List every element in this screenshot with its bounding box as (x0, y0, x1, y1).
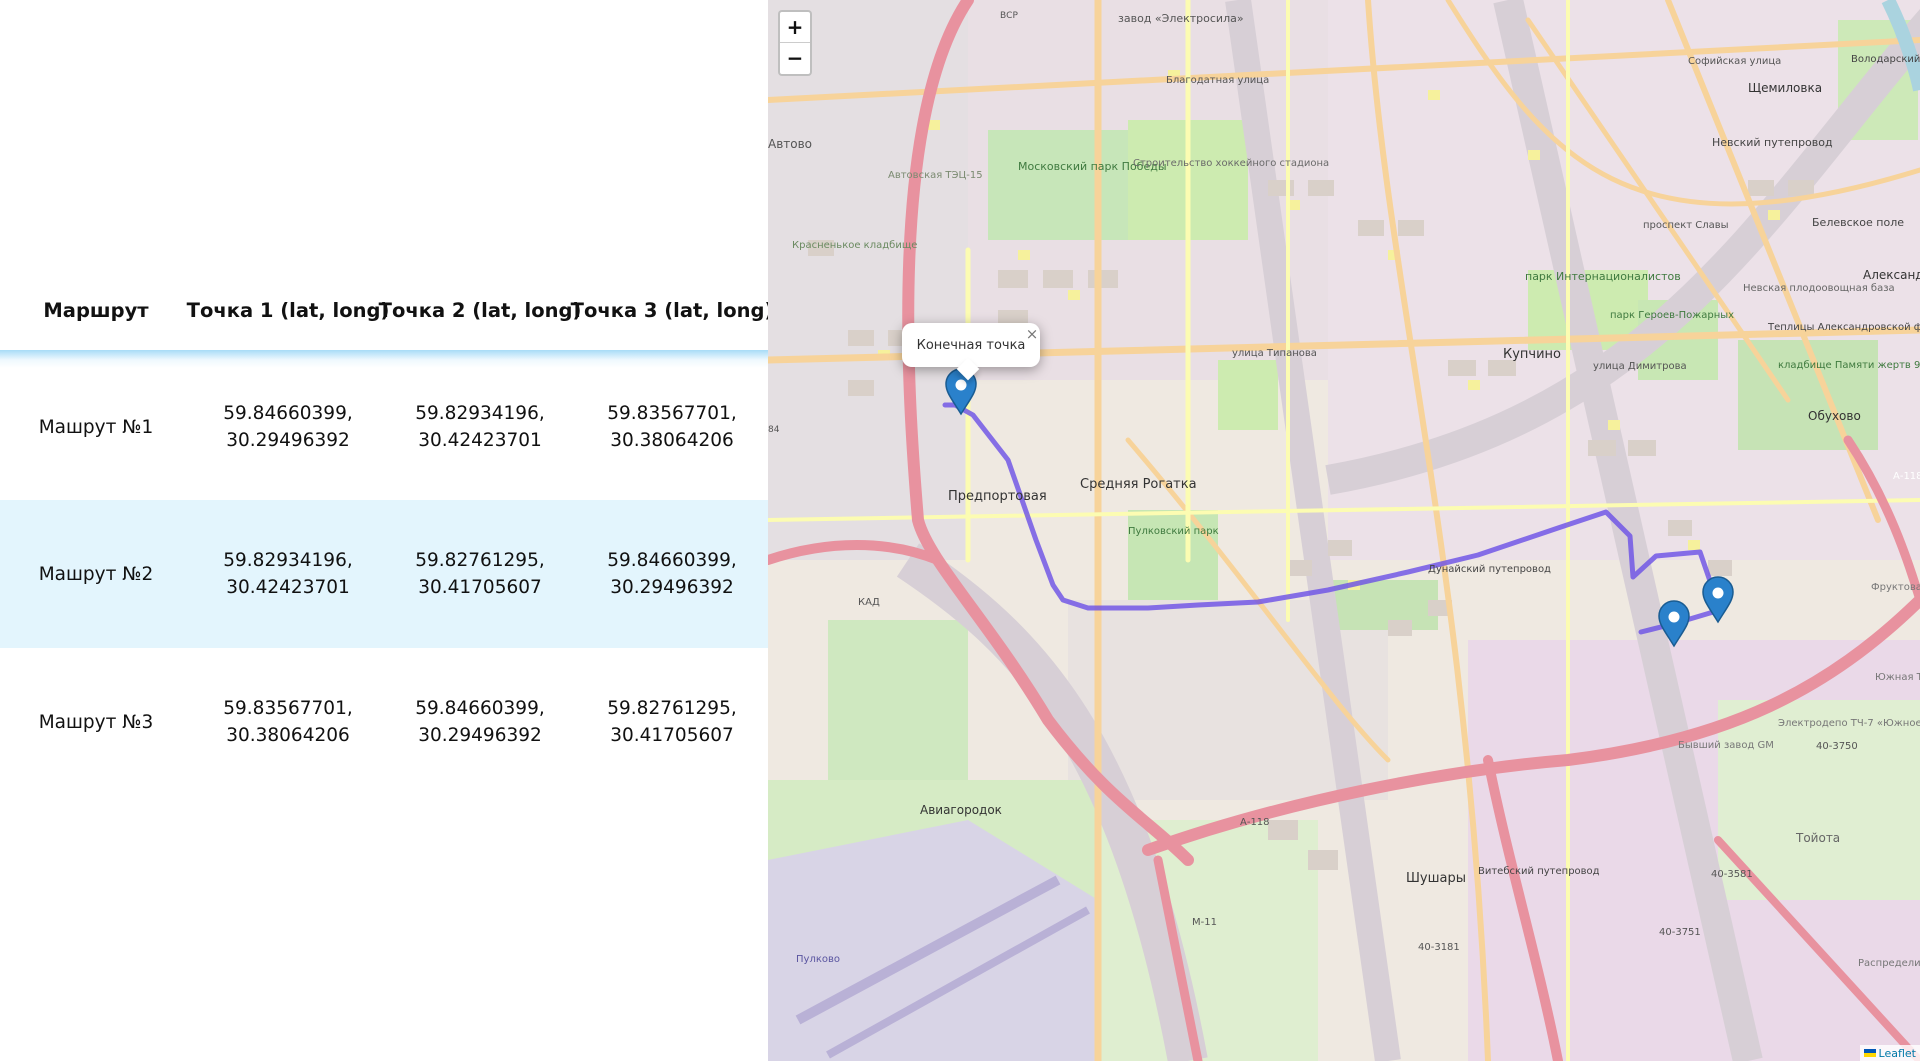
map-tiles[interactable]: завод «Электросила» Автово Автовская ТЭЦ… (768, 0, 1920, 1061)
map-label: 84 (768, 425, 780, 435)
map-label: КАД (858, 597, 880, 608)
map-label: 40-3751 (1659, 927, 1701, 938)
map-label: Купчино (1503, 347, 1561, 362)
point-2-cell: 59.82761295, 30.41705607 (384, 500, 576, 648)
map-label: Автовская ТЭЦ-15 (888, 170, 983, 181)
map-label: М-11 (1192, 917, 1217, 928)
column-header-point-2: Точка 2 (lat, long) (378, 298, 582, 322)
map-label: Витебский путепровод (1478, 866, 1600, 877)
point-lng: 30.38064206 (610, 430, 734, 451)
map-label: Дунайский путепровод (1428, 564, 1551, 575)
map-label: Благодатная улица (1166, 75, 1269, 86)
zoom-control: + − (778, 10, 812, 76)
column-header-point-3: Точка 3 (lat, long) (570, 298, 774, 322)
map-attribution: Leaflet (1859, 1045, 1920, 1061)
map-label: Тойота (1795, 831, 1840, 845)
route-name-cell: Машрут №2 (0, 500, 192, 648)
map-label: кладбище Памяти жертв 9-го января (1778, 360, 1920, 371)
map-label: Щемиловка (1748, 81, 1822, 95)
popup-text: Конечная точка (916, 337, 1026, 353)
map-label: Пулковский парк (1128, 526, 1219, 537)
map-label: Володарский мост (1851, 54, 1920, 65)
point-lng: 30.29496392 (418, 725, 542, 746)
point-lat: 59.82761295, (415, 550, 545, 571)
point-lat: 59.84660399, (223, 403, 353, 424)
map-label: Фруктовая (1871, 582, 1920, 593)
point-2-cell: 59.84660399, 30.29496392 (384, 648, 576, 796)
point-lat: 59.84660399, (607, 550, 737, 571)
map-label: улица Димитрова (1593, 361, 1687, 372)
map-label: Электродепо ТЧ-7 «Южное» (1778, 718, 1920, 729)
point-lat: 59.82934196, (223, 550, 353, 571)
point-lng: 30.29496392 (226, 430, 350, 451)
table-row[interactable]: Машрут №3 59.83567701, 30.38064206 59.846… (0, 648, 768, 796)
map-label: 40-3750 (1816, 741, 1858, 752)
map-label: Невский путепровод (1712, 136, 1833, 149)
map-label: 40-3581 (1711, 869, 1753, 880)
map-label: Шушары (1406, 871, 1466, 886)
map-label: Автово (768, 137, 812, 151)
route-name-cell: Машрут №1 (0, 353, 192, 501)
point-3-cell: 59.83567701, 30.38064206 (576, 353, 768, 501)
popup-close-icon[interactable]: × (1024, 325, 1040, 343)
route-name: Машрут №1 (38, 416, 154, 438)
column-header-point-1: Точка 1 (lat, long) (186, 298, 390, 322)
route-name: Машрут №2 (38, 563, 154, 585)
point-lng: 30.29496392 (610, 577, 734, 598)
point-lng: 30.41705607 (610, 725, 734, 746)
map-label: завод «Электросила» (1118, 12, 1244, 25)
map-label: Софийская улица (1688, 56, 1781, 67)
point-1-cell: 59.83567701, 30.38064206 (192, 648, 384, 796)
map-label: Распределительный центр Вкусвилл (1858, 958, 1920, 969)
point-3-cell: 59.82761295, 30.41705607 (576, 648, 768, 796)
ukraine-flag-icon (1863, 1049, 1876, 1057)
map-label: Александровка (1863, 268, 1920, 282)
map-label: Авиагородок (920, 803, 1002, 817)
point-lng: 30.42423701 (226, 577, 350, 598)
table-row[interactable]: Машрут №2 59.82934196, 30.42423701 59.827… (0, 500, 768, 648)
point-3-cell: 59.84660399, 30.29496392 (576, 500, 768, 648)
zoom-in-button[interactable]: + (780, 12, 810, 43)
point-lng: 30.38064206 (226, 725, 350, 746)
point-lat: 59.83567701, (607, 403, 737, 424)
map-label: проспект Славы (1643, 220, 1729, 231)
map-label: А-118 (1893, 471, 1920, 482)
map-label: Средняя Рогатка (1080, 477, 1197, 492)
zoom-out-button[interactable]: − (780, 43, 810, 73)
table-row[interactable]: Машрут №1 59.84660399, 30.29496392 59.829… (0, 353, 768, 501)
routes-table-panel: Маршрут Точка 1 (lat, long) Точка 2 (lat… (0, 0, 774, 1061)
marker-popup: Конечная точка (902, 323, 1040, 381)
point-lng: 30.42423701 (418, 430, 542, 451)
route-name-cell: Машрут №3 (0, 648, 192, 796)
map-label: 40-3181 (1418, 942, 1460, 953)
map-container[interactable]: завод «Электросила» Автово Автовская ТЭЦ… (768, 0, 1920, 1061)
map-label: Невская плодоовощная база (1743, 283, 1895, 294)
column-header-route: Маршрут (43, 298, 149, 322)
map-label: Обухово (1808, 409, 1861, 423)
point-2-cell: 59.82934196, 30.42423701 (384, 353, 576, 501)
map-label: парк Интернационалистов (1525, 270, 1681, 283)
point-1-cell: 59.82934196, 30.42423701 (192, 500, 384, 648)
point-1-cell: 59.84660399, 30.29496392 (192, 353, 384, 501)
map-label: улица Типанова (1232, 348, 1317, 359)
map-label: Строительство хоккейного стадиона (1133, 158, 1329, 169)
table-header: Маршрут Точка 1 (lat, long) Точка 2 (lat… (0, 286, 774, 334)
leaflet-link[interactable]: Leaflet (1879, 1047, 1916, 1060)
point-lng: 30.41705607 (418, 577, 542, 598)
map-label: Предпортовая (948, 489, 1047, 504)
map-label: А-118 (1240, 817, 1270, 828)
map-label: Южная ТЭЦ-22 (1875, 672, 1920, 683)
map-label: Пулково (796, 954, 840, 965)
point-lat: 59.82761295, (607, 698, 737, 719)
point-lat: 59.82934196, (415, 403, 545, 424)
map-label: Теплицы Александровской фермы (1767, 322, 1920, 333)
map-label: парк Героев-Пожарных (1610, 310, 1734, 321)
map-label: Красненькое кладбище (792, 240, 917, 251)
map-label: ВСР (1000, 11, 1018, 21)
point-lat: 59.83567701, (223, 698, 353, 719)
map-label: Белевское поле (1812, 216, 1904, 229)
point-lat: 59.84660399, (415, 698, 545, 719)
map-label: Бывший завод GM (1678, 740, 1774, 751)
route-name: Машрут №3 (38, 711, 154, 733)
